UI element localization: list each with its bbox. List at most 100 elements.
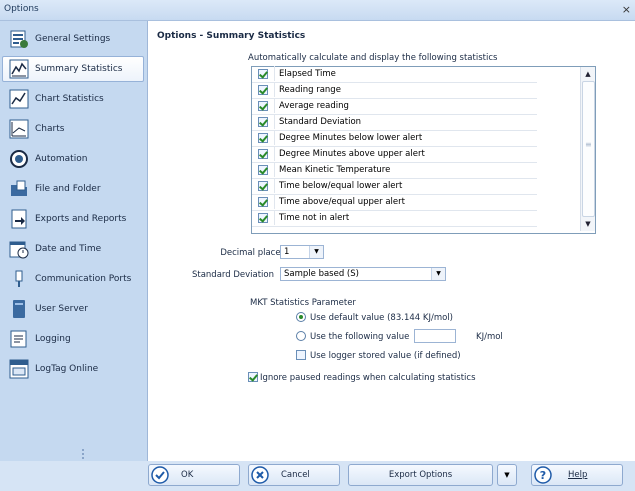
list-item[interactable]: Standard Deviation: [252, 114, 537, 131]
help-label: Help: [568, 470, 588, 480]
statistic-checkbox[interactable]: [258, 69, 268, 79]
vertical-scrollbar[interactable]: ▲ ▼: [580, 67, 595, 231]
svg-text:?: ?: [540, 469, 546, 482]
sidebar-item-label: Summary Statistics: [35, 64, 123, 74]
sidebar-item-label: Logging: [35, 334, 71, 344]
standard-deviation-value: Sample based (S): [284, 269, 359, 279]
user-server-icon: [13, 300, 25, 318]
ignore-paused-label: Ignore paused readings when calculating …: [260, 373, 476, 383]
mkt-logger-checkbox[interactable]: [296, 350, 306, 360]
cancel-label: Cancel: [281, 470, 310, 480]
sidebar-item-label: Date and Time: [35, 244, 102, 254]
check-icon: [151, 466, 169, 484]
statistic-label: Degree Minutes above upper alert: [279, 149, 425, 159]
list-item[interactable]: Reading range: [252, 82, 537, 99]
chevron-down-icon: ▼: [504, 471, 510, 479]
statistic-label: Time not in alert: [279, 213, 350, 223]
list-item[interactable]: Elapsed Time: [252, 66, 537, 83]
statistic-checkbox[interactable]: [258, 149, 268, 159]
statistic-label: Degree Minutes below lower alert: [279, 133, 423, 143]
sidebar-item-label: File and Folder: [35, 184, 101, 194]
sidebar-item-exports-and-reports[interactable]: Exports and Reports: [2, 206, 144, 232]
list-item[interactable]: Degree Minutes above upper alert: [252, 146, 537, 163]
chevron-down-icon[interactable]: ▼: [309, 246, 323, 258]
ignore-paused-checkbox[interactable]: [248, 372, 258, 382]
list-item[interactable]: Time above/equal upper alert: [252, 194, 537, 211]
statistic-label: Standard Deviation: [279, 117, 362, 127]
standard-deviation-select[interactable]: Sample based (S) ▼: [280, 267, 446, 281]
sidebar-item-charts[interactable]: Charts: [2, 116, 144, 142]
decimal-places-value: 1: [284, 247, 290, 257]
sidebar-item-general-settings[interactable]: General Settings: [2, 26, 144, 52]
date-time-icon: [9, 241, 29, 259]
exports-reports-icon: [11, 209, 27, 229]
list-item[interactable]: Time not in alert: [252, 210, 537, 227]
list-item[interactable]: Mean Kinetic Temperature: [252, 162, 537, 179]
sidebar-item-label: Automation: [35, 154, 88, 164]
sidebar-item-logging[interactable]: Logging: [2, 326, 144, 352]
statistic-checkbox[interactable]: [258, 85, 268, 95]
chart-statistics-icon: [9, 89, 29, 109]
sidebar-item-label: Charts: [35, 124, 65, 134]
statistic-label: Time below/equal lower alert: [279, 181, 403, 191]
mkt-default-radio[interactable]: [296, 312, 306, 322]
file-folder-icon: [11, 180, 27, 196]
sidebar-grip[interactable]: [82, 449, 85, 461]
statistic-label: Time above/equal upper alert: [279, 197, 405, 207]
sidebar-item-file-and-folder[interactable]: File and Folder: [2, 176, 144, 202]
export-options-dropdown[interactable]: ▼: [497, 464, 517, 486]
logging-icon: [10, 330, 27, 348]
scroll-thumb[interactable]: [582, 81, 595, 217]
sidebar-item-communication-ports[interactable]: Communication Ports: [2, 266, 144, 292]
standard-deviation-label: Standard Deviation: [191, 270, 274, 280]
statistic-checkbox[interactable]: [258, 133, 268, 143]
sidebar-item-label: General Settings: [35, 34, 111, 44]
sidebar-item-automation[interactable]: Automation: [2, 146, 144, 172]
mkt-value-input[interactable]: [414, 329, 456, 343]
sidebar-item-label: LogTag Online: [35, 364, 99, 374]
cancel-button[interactable]: Cancel: [248, 464, 340, 486]
close-icon[interactable]: ×: [622, 3, 631, 16]
scroll-down-icon[interactable]: ▼: [581, 217, 595, 231]
sidebar: General Settings Summary Statistics Char…: [0, 21, 148, 461]
statistic-checkbox[interactable]: [258, 213, 268, 223]
statistics-subtitle: Automatically calculate and display the …: [248, 53, 498, 63]
communication-ports-icon: [15, 270, 23, 287]
list-item[interactable]: Degree Minutes below lower alert: [252, 130, 537, 147]
sidebar-item-logtag-online[interactable]: LogTag Online: [2, 356, 144, 382]
sidebar-item-summary-statistics[interactable]: Summary Statistics: [2, 56, 144, 82]
sidebar-item-date-and-time[interactable]: Date and Time: [2, 236, 144, 262]
statistic-label: Average reading: [279, 101, 349, 111]
page-title: Options - Summary Statistics: [157, 31, 306, 41]
sidebar-item-user-server[interactable]: User Server: [2, 296, 144, 322]
export-options-button[interactable]: Export Options: [348, 464, 493, 486]
statistic-checkbox[interactable]: [258, 117, 268, 127]
main-panel: Options - Summary Statistics Automatical…: [148, 21, 635, 461]
sidebar-item-chart-statistics[interactable]: Chart Statistics: [2, 86, 144, 112]
statistic-checkbox[interactable]: [258, 197, 268, 207]
window-title: Options: [4, 4, 39, 14]
statistic-checkbox[interactable]: [258, 165, 268, 175]
cancel-icon: [251, 466, 269, 484]
scroll-up-icon[interactable]: ▲: [581, 67, 595, 81]
export-options-label: Export Options: [388, 470, 453, 480]
help-button[interactable]: ? Help: [531, 464, 623, 486]
title-bar: Options ×: [0, 0, 635, 21]
sidebar-item-label: Chart Statistics: [35, 94, 104, 104]
list-item[interactable]: Time below/equal lower alert: [252, 178, 537, 195]
decimal-places-select[interactable]: 1 ▼: [280, 245, 324, 259]
charts-icon: [9, 119, 29, 139]
sidebar-item-label: Exports and Reports: [35, 214, 127, 224]
statistic-checkbox[interactable]: [258, 181, 268, 191]
statistic-label: Elapsed Time: [279, 69, 336, 79]
mkt-unit-label: KJ/mol: [476, 332, 503, 342]
mkt-logger-label: Use logger stored value (if defined): [310, 351, 461, 361]
statistics-list[interactable]: Elapsed Time Reading range Average readi…: [251, 66, 596, 234]
chevron-down-icon[interactable]: ▼: [431, 268, 445, 280]
list-item[interactable]: Average reading: [252, 98, 537, 115]
statistic-checkbox[interactable]: [258, 101, 268, 111]
mkt-custom-radio[interactable]: [296, 331, 306, 341]
mkt-section-title: MKT Statistics Parameter: [250, 298, 356, 308]
ok-button[interactable]: OK: [148, 464, 240, 486]
button-bar: OK Cancel Export Options ▼ ? Help: [148, 461, 635, 491]
